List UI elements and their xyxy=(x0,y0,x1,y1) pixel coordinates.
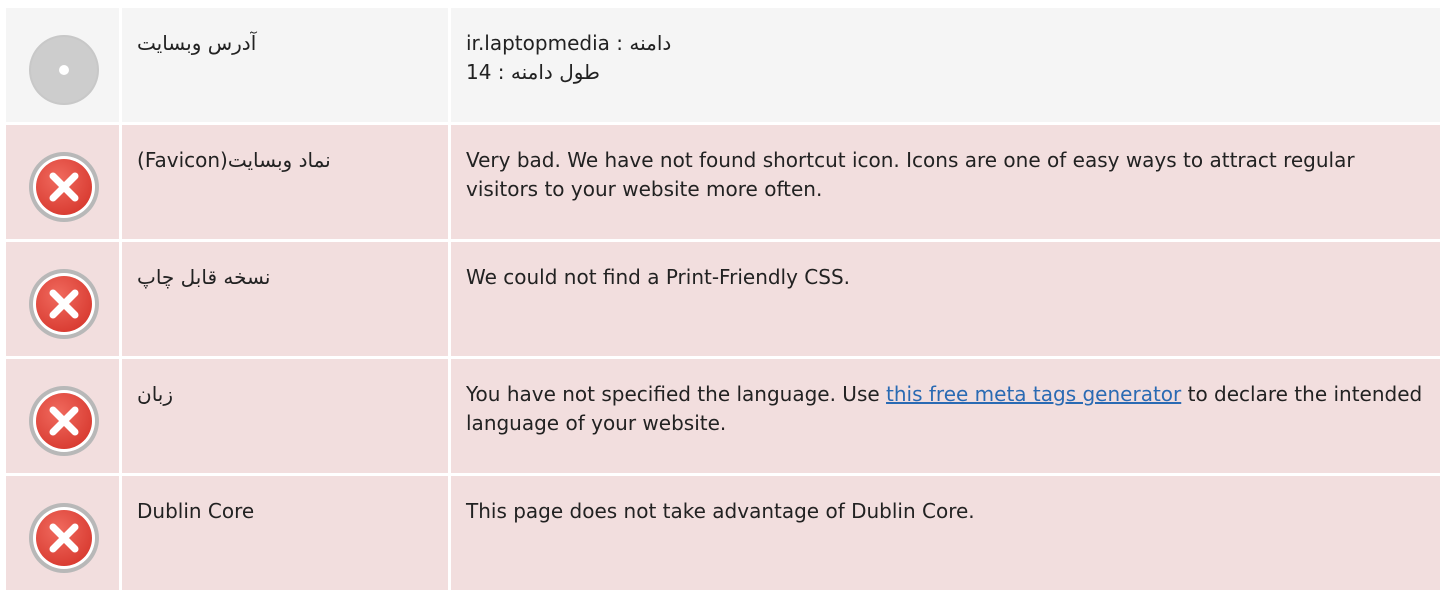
row-detail: دامنه : ir.laptopmedia طول دامنه : 14 xyxy=(451,8,1440,122)
print-css-message: We could not find a Print-Friendly CSS. xyxy=(466,265,851,289)
disc-icon xyxy=(29,35,99,105)
row-label: Dublin Core xyxy=(122,476,448,590)
report-row-language: زبان You have not specified the language… xyxy=(6,359,1440,473)
row-label-text: نماد وبسایت(Favicon) xyxy=(137,148,331,172)
row-label-text: زبان xyxy=(137,382,174,406)
row-label: نسخه قابل چاپ xyxy=(122,242,448,356)
language-message-start: You have not specified the language. Use xyxy=(466,382,887,406)
favicon-message: Very bad. We have not found shortcut ico… xyxy=(466,148,1355,201)
error-x-icon xyxy=(29,386,99,456)
row-label: زبان xyxy=(122,359,448,473)
seo-report-table: آدرس وبسایت دامنه : ir.laptopmedia طول د… xyxy=(6,8,1440,590)
report-row-print-friendly: نسخه قابل چاپ We could not find a Print-… xyxy=(6,242,1440,356)
report-row-dublin-core: Dublin Core This page does not take adva… xyxy=(6,476,1440,590)
row-detail: You have not specified the language. Use… xyxy=(451,359,1440,473)
report-row-favicon: نماد وبسایت(Favicon) Very bad. We have n… xyxy=(6,125,1440,239)
row-label-text: نسخه قابل چاپ xyxy=(137,265,271,289)
row-icon-cell xyxy=(6,359,119,473)
row-label: آدرس وبسایت xyxy=(122,8,448,122)
row-label-text: Dublin Core xyxy=(137,499,255,523)
row-detail: This page does not take advantage of Dub… xyxy=(451,476,1440,590)
meta-tags-generator-link[interactable]: this free meta tags generator xyxy=(886,382,1181,406)
dublin-core-message: This page does not take advantage of Dub… xyxy=(466,499,975,523)
error-x-icon xyxy=(29,152,99,222)
row-icon-cell xyxy=(6,125,119,239)
row-label: نماد وبسایت(Favicon) xyxy=(122,125,448,239)
row-icon-cell xyxy=(6,242,119,356)
error-x-icon xyxy=(29,503,99,573)
domain-name-text: دامنه : ir.laptopmedia xyxy=(466,31,672,55)
row-icon-cell xyxy=(6,8,119,122)
row-detail: We could not find a Print-Friendly CSS. xyxy=(451,242,1440,356)
row-detail: Very bad. We have not found shortcut ico… xyxy=(451,125,1440,239)
row-label-text: آدرس وبسایت xyxy=(137,31,257,55)
row-icon-cell xyxy=(6,476,119,590)
error-x-icon xyxy=(29,269,99,339)
report-row-website-address: آدرس وبسایت دامنه : ir.laptopmedia طول د… xyxy=(6,8,1440,122)
domain-length-text: طول دامنه : 14 xyxy=(466,60,600,84)
